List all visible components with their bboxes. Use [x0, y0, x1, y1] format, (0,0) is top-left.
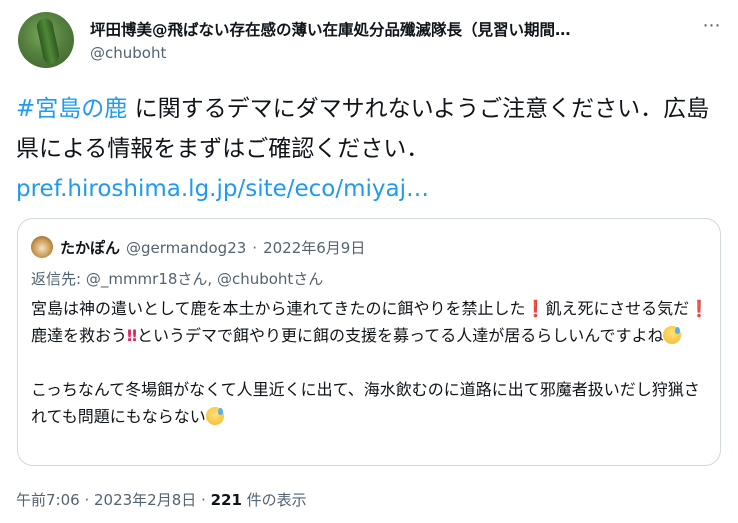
grinning-sweat-icon — [663, 326, 682, 344]
quoted-paragraph-1: 宮島は神の遣いとして鹿を本土から連れてきたのに餌やりを禁止した❗飢え死にさせる気… — [31, 295, 711, 349]
author-handle[interactable]: @chuboht — [90, 44, 166, 62]
author-display-name[interactable]: 坪田博美@飛ばない存在感の薄い在庫処分品殲滅隊長（見習い期間… — [90, 18, 571, 40]
author-avatar[interactable] — [18, 12, 74, 68]
reply-prefix: 返信先: — [31, 270, 86, 288]
quoted-tweet[interactable]: たかぽん @germandog23 · 2022年6月9日 返信先: @_mmmr18… — [17, 218, 721, 466]
hashtag-link[interactable]: #宮島の鹿 — [16, 96, 127, 122]
quoted-author-handle[interactable]: @germandog23 — [126, 239, 246, 257]
more-options-icon[interactable]: ⋯ — [700, 16, 724, 36]
quoted-text: 宮島は神の遣いとして鹿を本土から連れてきたのに餌やりを禁止した — [31, 299, 526, 318]
quoted-text: 鹿達を救おう — [31, 326, 128, 345]
quoted-tweet-date[interactable]: 2022年6月9日 — [263, 239, 365, 257]
views-label: 件の表示 — [241, 491, 307, 509]
tweet-text: #宮島の鹿 に関するデマにダマサれないようご注意ください．広島県による情報をまず… — [16, 89, 724, 209]
quoted-paragraph-2: こっちなんて冬場餌がなくて人里近くに出て、海水飲むのに道路に出て邪魔者扱いだし狩… — [31, 376, 711, 430]
reply-context: 返信先: @_mmmr18さん, @chubohtさん — [31, 268, 323, 289]
footer-separator: · — [196, 491, 211, 509]
post-date[interactable]: 2023年2月8日 — [94, 491, 196, 509]
exclamation-icon: ❗ — [525, 299, 546, 318]
quoted-author-name[interactable]: たかぽん — [60, 239, 120, 257]
quoted-text: こっちなんて冬場餌がなくて人里近くに出て、海水飲むのに道路に出て邪魔者扱いだし狩… — [31, 380, 700, 426]
avatar-image — [35, 16, 61, 66]
quoted-author-avatar[interactable] — [31, 236, 53, 258]
quoted-tweet-header: たかぽん @germandog23 · 2022年6月9日 — [60, 237, 365, 258]
views-count: 221 — [210, 491, 242, 509]
double-exclamation-icon: ‼ — [127, 326, 138, 345]
reply-mentions[interactable]: @_mmmr18さん, @chubohtさん — [86, 270, 323, 288]
quoted-text: というデマで餌やり更に餌の支援を募ってる人達が居るらしいんですよね — [137, 326, 664, 345]
tweet-footer: 午前7:06 · 2023年2月8日 · 221 件の表示 — [16, 489, 307, 510]
quoted-text: 飢え死にさせる気だ — [545, 299, 690, 318]
grinning-sweat-icon — [205, 407, 224, 425]
quoted-tweet-body: 宮島は神の遣いとして鹿を本土から連れてきたのに餌やりを禁止した❗飢え死にさせる気… — [31, 295, 711, 430]
header-separator: · — [252, 239, 258, 257]
footer-separator: · — [79, 491, 94, 509]
external-link[interactable]: pref.hiroshima.lg.jp/site/eco/miyaj… — [16, 176, 429, 202]
post-time[interactable]: 午前7:06 — [16, 491, 80, 509]
exclamation-icon: ❗ — [689, 299, 710, 318]
